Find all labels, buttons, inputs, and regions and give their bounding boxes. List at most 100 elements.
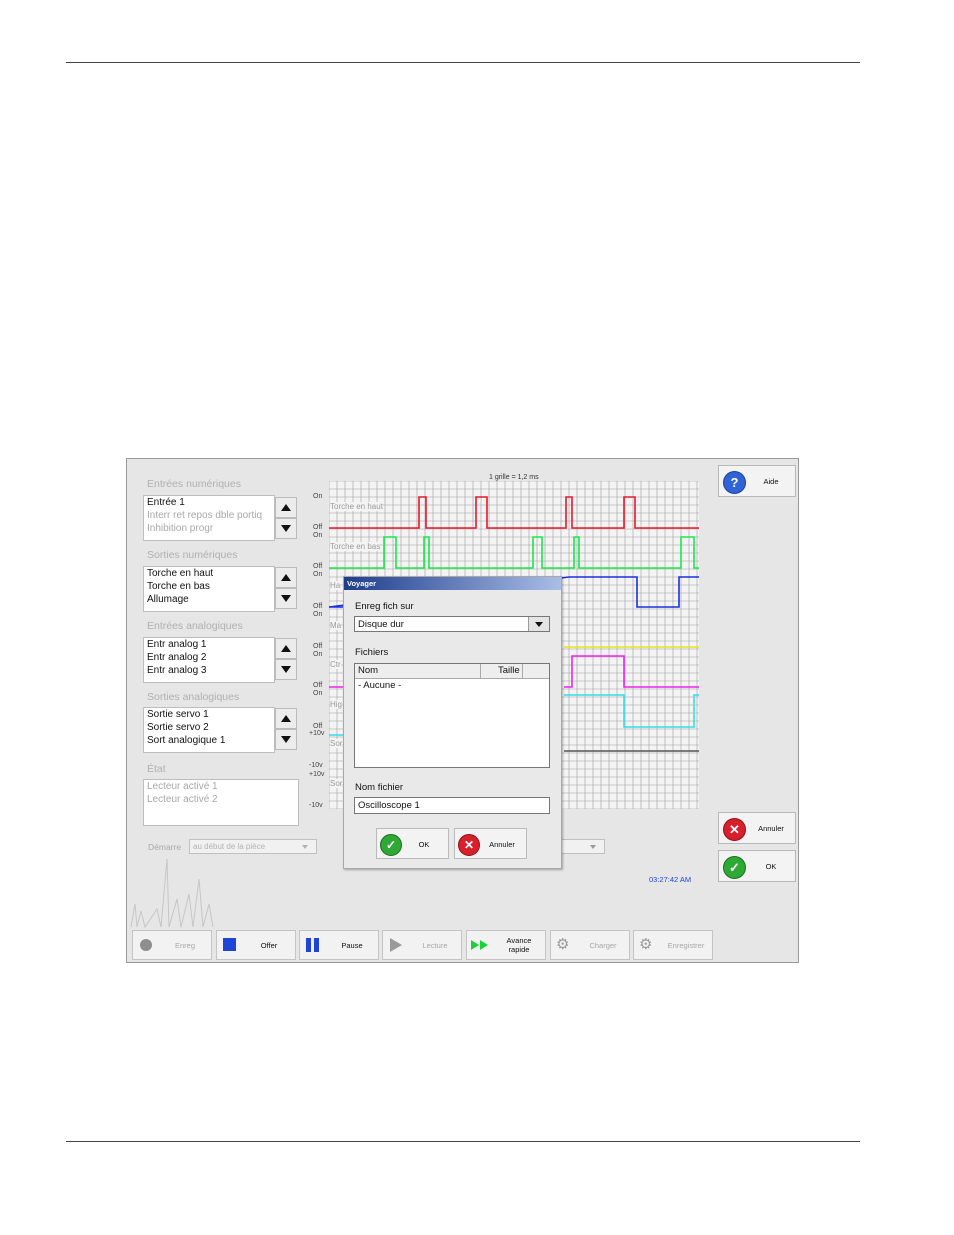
files-label: Fichiers <box>355 647 389 658</box>
record-button[interactable]: Enreg <box>132 930 212 960</box>
list-analog-inputs[interactable]: Entr analog 1 Entr analog 2 Entr analog … <box>143 637 275 683</box>
table-row[interactable]: - Aucune - <box>355 679 549 692</box>
column-header-size[interactable]: Taille <box>498 665 520 676</box>
list-item[interactable]: Entr analog 2 <box>144 651 274 664</box>
column-header-name[interactable]: Nom <box>358 665 378 676</box>
axis-label: -10v <box>309 762 323 769</box>
list-item[interactable]: Torche en haut <box>144 567 274 580</box>
trace-label: Ha <box>330 581 341 590</box>
load-button[interactable]: ⚙ Charger <box>550 930 630 960</box>
list-item: Lecteur activé 1 <box>147 781 218 792</box>
column-divider <box>522 664 523 678</box>
stop-button[interactable]: Offer <box>216 930 296 960</box>
dropdown-button[interactable] <box>528 617 549 631</box>
filename-input[interactable]: Oscilloscope 1 <box>354 797 550 814</box>
help-button[interactable]: ? Aide <box>718 465 796 497</box>
save-icon: ⚙ <box>639 936 653 953</box>
list-digital-outputs[interactable]: Torche en haut Torche en bas Allumage <box>143 566 275 612</box>
scroll-up-button[interactable] <box>275 567 297 588</box>
files-table[interactable]: Nom Taille - Aucune - <box>354 663 550 768</box>
spin-analog-inputs <box>275 638 297 680</box>
axis-label: -10v <box>309 802 323 809</box>
list-item[interactable]: Sortie servo 2 <box>144 721 274 734</box>
scroll-down-button[interactable] <box>275 659 297 680</box>
axis-label: On <box>313 532 323 539</box>
scroll-up-button[interactable] <box>275 708 297 729</box>
group-title-analog-inputs: Entrées analogiques <box>147 620 243 632</box>
list-item[interactable]: Inhibition progr <box>144 522 274 535</box>
list-item[interactable]: Interr ret repos dble portiq <box>144 509 274 522</box>
right-select[interactable] <box>559 839 605 854</box>
chevron-down-icon <box>590 845 596 849</box>
list-item[interactable]: Sort analogique 1 <box>144 734 274 747</box>
trace-label: Torche en bas <box>330 542 381 551</box>
voyager-dialog: Voyager Enreg fich sur Disque dur Fichie… <box>343 576 562 869</box>
stop-button-label: Offer <box>260 940 278 950</box>
check-icon: ✓ <box>380 834 402 856</box>
fast-forward-button[interactable]: Avance rapide <box>466 930 546 960</box>
list-item[interactable]: Torche en bas <box>144 580 274 593</box>
axis-label: +10v <box>309 771 325 778</box>
stop-icon <box>223 938 236 951</box>
dialog-title: Voyager <box>344 577 561 590</box>
cancel-icon: ✕ <box>723 818 746 841</box>
trace-label: Sor <box>330 779 343 788</box>
axis-label: Off <box>313 643 323 650</box>
spin-analog-outputs <box>275 708 297 750</box>
list-digital-inputs[interactable]: Entrée 1 Interr ret repos dble portiq In… <box>143 495 275 541</box>
save-location-value: Disque dur <box>358 619 404 630</box>
group-title-digital-outputs: Sorties numériques <box>147 549 238 561</box>
ok-button[interactable]: ✓ OK <box>718 850 796 882</box>
record-icon <box>140 939 152 951</box>
footer-rule <box>66 1141 860 1142</box>
filename-label: Nom fichier <box>355 782 404 793</box>
arrow-up-icon <box>281 715 291 722</box>
axis-label: On <box>313 571 323 578</box>
list-item[interactable]: Entrée 1 <box>144 496 274 509</box>
arrow-down-icon <box>281 595 291 602</box>
trace-label: Torche en haut <box>330 502 383 511</box>
save-location-label: Enreg fich sur <box>355 601 414 612</box>
scroll-down-button[interactable] <box>275 588 297 609</box>
list-analog-outputs[interactable]: Sortie servo 1 Sortie servo 2 Sort analo… <box>143 707 275 753</box>
spin-digital-outputs <box>275 567 297 609</box>
spin-digital-inputs <box>275 497 297 539</box>
scroll-up-button[interactable] <box>275 497 297 518</box>
axis-label: Off <box>313 682 323 689</box>
play-button[interactable]: Lecture <box>382 930 462 960</box>
pause-button-label: Pause <box>341 940 363 950</box>
clock: 03:27:42 AM <box>649 875 692 884</box>
group-title-state: État <box>147 763 166 775</box>
dialog-ok-button[interactable]: ✓ OK <box>376 828 449 859</box>
list-item[interactable]: Sortie servo 1 <box>144 708 274 721</box>
load-button-label: Charger <box>589 940 617 950</box>
save-button-label: Enregistrer <box>667 940 705 950</box>
dialog-cancel-button[interactable]: ✕ Annuler <box>454 828 527 859</box>
arrow-up-icon <box>281 645 291 652</box>
scroll-down-button[interactable] <box>275 729 297 750</box>
trace-label: Ma <box>330 621 342 630</box>
list-state: Lecteur activé 1 Lecteur activé 2 <box>143 779 299 826</box>
list-item[interactable]: Entr analog 3 <box>144 664 274 677</box>
play-button-label: Lecture <box>422 940 448 950</box>
ok-button-label: OK <box>765 862 777 871</box>
help-button-label: Aide <box>763 477 779 486</box>
group-title-digital-inputs: Entrées numériques <box>147 478 241 490</box>
header-rule <box>66 62 860 63</box>
cancel-icon: ✕ <box>458 834 480 856</box>
axis-label: Off <box>313 524 323 531</box>
list-item[interactable]: Entr analog 1 <box>144 638 274 651</box>
scroll-up-button[interactable] <box>275 638 297 659</box>
pause-button[interactable]: Pause <box>299 930 379 960</box>
cancel-button[interactable]: ✕ Annuler <box>718 812 796 844</box>
help-icon: ? <box>723 471 746 494</box>
axis-label: On <box>313 651 323 658</box>
scroll-down-button[interactable] <box>275 518 297 539</box>
trace-label: Sor <box>330 739 343 748</box>
list-item[interactable]: Allumage <box>144 593 274 606</box>
save-button[interactable]: ⚙ Enregistrer <box>633 930 713 960</box>
play-icon <box>390 938 402 952</box>
cancel-button-label: Annuler <box>758 824 784 833</box>
save-location-select[interactable]: Disque dur <box>354 616 550 632</box>
axis-label: Off <box>313 723 323 730</box>
